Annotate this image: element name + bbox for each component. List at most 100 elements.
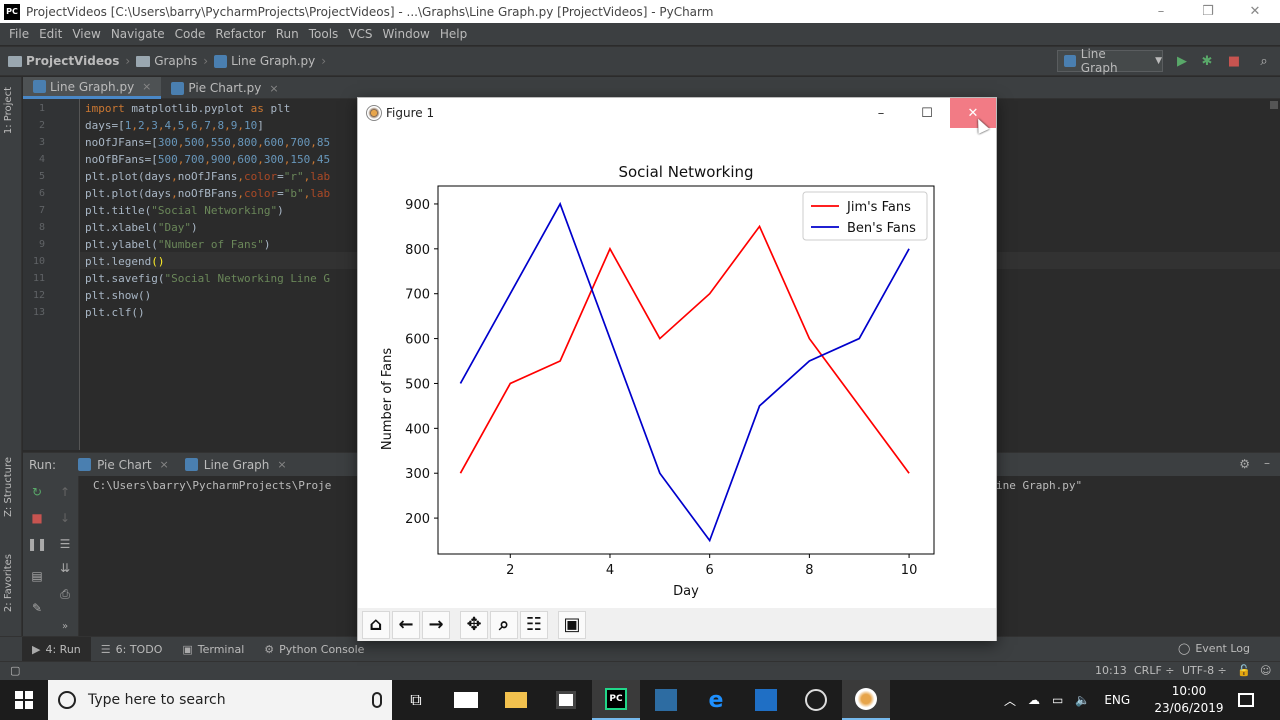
volume-icon[interactable]: 🔈 — [1075, 693, 1090, 707]
layout-icon[interactable]: ▤ — [29, 568, 45, 584]
notifications-icon[interactable] — [1226, 680, 1266, 720]
tab-pie-chart[interactable]: Pie Chart.py × — [161, 77, 288, 99]
lock-icon[interactable]: 🔓 — [1237, 664, 1251, 677]
file-encoding[interactable]: UTF-8 ÷ — [1182, 664, 1227, 677]
microphone-icon[interactable] — [372, 692, 382, 708]
code-line[interactable]: plt.clf() — [85, 304, 145, 321]
tool-tab-run[interactable]: ▶ 4: Run — [22, 636, 91, 662]
project-tool-tab[interactable]: 1: Project — [3, 87, 14, 134]
menu-navigate[interactable]: Navigate — [106, 27, 170, 41]
close-button[interactable]: ✕ — [1232, 0, 1278, 23]
menu-window[interactable]: Window — [378, 27, 435, 41]
stop-icon[interactable]: ■ — [1226, 53, 1242, 69]
save-icon[interactable]: ▣ — [558, 610, 586, 639]
onedrive-icon[interactable]: ☁ — [1028, 693, 1040, 707]
close-icon[interactable]: × — [269, 82, 278, 95]
mail-icon[interactable] — [442, 680, 490, 720]
plot-area[interactable] — [437, 185, 935, 555]
tool-tab-terminal[interactable]: ▣ Terminal — [172, 637, 254, 662]
maximize-button[interactable]: ❒ — [1185, 0, 1231, 23]
code-line[interactable]: plt.show() — [85, 287, 151, 304]
back-icon[interactable]: ← — [392, 610, 420, 639]
task-view-icon[interactable]: ⧉ — [392, 680, 440, 720]
close-icon[interactable]: × — [277, 458, 286, 471]
soft-wrap-icon[interactable]: ☰ — [57, 536, 73, 552]
more-icon[interactable]: » — [57, 618, 73, 634]
taskbar-search[interactable]: Type here to search — [48, 680, 392, 720]
matplotlib-figure-icon[interactable] — [842, 680, 890, 720]
store-icon[interactable] — [542, 680, 590, 720]
obs-icon[interactable] — [792, 680, 840, 720]
print-icon[interactable]: ⎙ — [57, 586, 73, 602]
menu-view[interactable]: View — [67, 27, 105, 41]
figure-maximize-button[interactable]: ☐ — [904, 98, 950, 128]
run-tab-line-graph[interactable]: Line Graph × — [177, 453, 295, 477]
code-line[interactable]: plt.savefig("Social Networking Line G — [85, 270, 330, 287]
app-icon[interactable] — [742, 680, 790, 720]
code-line[interactable]: noOfBFans=[500,700,900,600,300,150,45 — [85, 151, 330, 168]
code-line[interactable]: plt.plot(days,noOfJFans,color="r",lab — [85, 168, 330, 185]
favorites-tool-tab[interactable]: 2: Favorites — [3, 554, 14, 612]
run-icon[interactable]: ▶ — [1174, 53, 1190, 69]
caret-position[interactable]: 10:13 — [1095, 664, 1127, 677]
breadcrumb-file[interactable]: Line Graph.py › — [214, 54, 326, 68]
menu-vcs[interactable]: VCS — [343, 27, 377, 41]
menu-run[interactable]: Run — [271, 27, 304, 41]
code-line[interactable]: plt.xlabel("Day") — [85, 219, 198, 236]
down-arrow-icon[interactable]: ↓ — [57, 510, 73, 526]
home-icon[interactable]: ⌂ — [362, 610, 390, 639]
line-separator[interactable]: CRLF ÷ — [1134, 664, 1175, 677]
search-icon[interactable]: ⌕ — [1256, 53, 1272, 69]
hector-icon[interactable]: ☺ — [1260, 664, 1271, 677]
minimize-button[interactable]: – — [1138, 0, 1184, 23]
structure-tool-tab[interactable]: Z: Structure — [3, 457, 14, 517]
breadcrumb-graphs[interactable]: Graphs › — [136, 54, 208, 68]
gear-icon[interactable]: ⚙ — [1239, 457, 1250, 471]
code-line[interactable]: noOfJFans=[300,500,550,800,600,700,85 — [85, 134, 330, 151]
scroll-to-end-icon[interactable]: ⇊ — [57, 560, 73, 576]
menu-file[interactable]: File — [4, 27, 34, 41]
menu-help[interactable]: Help — [435, 27, 472, 41]
forward-icon[interactable]: → — [422, 610, 450, 639]
pin-icon[interactable]: ✎ — [29, 600, 45, 616]
run-configuration-select[interactable]: Line Graph ▼ — [1057, 47, 1163, 75]
tool-tab-todo[interactable]: ☰ 6: TODO — [91, 637, 173, 662]
close-icon[interactable]: × — [160, 458, 169, 471]
menu-edit[interactable]: Edit — [34, 27, 67, 41]
run-tab-pie-chart[interactable]: Pie Chart × — [70, 453, 177, 477]
code-line[interactable]: import matplotlib.pyplot as plt — [85, 100, 290, 117]
debug-icon[interactable]: ✱ — [1199, 53, 1215, 69]
minimize-panel-icon[interactable]: – — [1264, 456, 1270, 470]
edge-icon[interactable]: e — [692, 680, 740, 720]
code-line[interactable]: days=[1,2,3,4,5,6,7,8,9,10] — [85, 117, 264, 134]
pycharm-taskbar-icon[interactable]: PC — [592, 680, 640, 720]
close-icon[interactable]: × — [142, 80, 151, 93]
start-button[interactable] — [0, 680, 48, 720]
pan-icon[interactable]: ✥ — [460, 610, 488, 639]
zoom-icon[interactable]: ⌕ — [490, 610, 518, 639]
code-line[interactable]: plt.legend() — [85, 253, 164, 270]
layout-toggle-icon[interactable]: ▢ — [10, 664, 20, 677]
clock[interactable]: 10:00 23/06/2019 — [1152, 683, 1226, 717]
editor-scrollbar[interactable] — [1270, 101, 1278, 109]
pause-icon[interactable]: ❚❚ — [27, 536, 47, 552]
visual-studio-icon[interactable] — [642, 680, 690, 720]
menu-tools[interactable]: Tools — [304, 27, 344, 41]
menu-refactor[interactable]: Refactor — [210, 27, 270, 41]
breadcrumb-project[interactable]: ProjectVideos › — [8, 54, 130, 68]
network-icon[interactable]: ▭ — [1052, 693, 1063, 707]
chevron-up-icon[interactable]: ︿ — [1004, 692, 1016, 709]
menu-code[interactable]: Code — [170, 27, 211, 41]
code-line[interactable]: plt.plot(days,noOfBFans,color="b",lab — [85, 185, 330, 202]
event-log-button[interactable]: ◯ Event Log — [1178, 642, 1250, 655]
code-line[interactable]: plt.title("Social Networking") — [85, 202, 284, 219]
file-explorer-icon[interactable] — [492, 680, 540, 720]
configure-subplots-icon[interactable]: ☷ — [520, 610, 548, 639]
code-line[interactable]: plt.ylabel("Number of Fans") — [85, 236, 270, 253]
up-arrow-icon[interactable]: ↑ — [57, 484, 73, 500]
rerun-icon[interactable]: ↻ — [29, 484, 45, 500]
tab-line-graph[interactable]: Line Graph.py × — [23, 77, 162, 99]
language-indicator[interactable]: ENG — [1104, 693, 1130, 707]
figure-minimize-button[interactable]: – — [858, 98, 904, 128]
stop-icon[interactable]: ■ — [29, 510, 45, 526]
